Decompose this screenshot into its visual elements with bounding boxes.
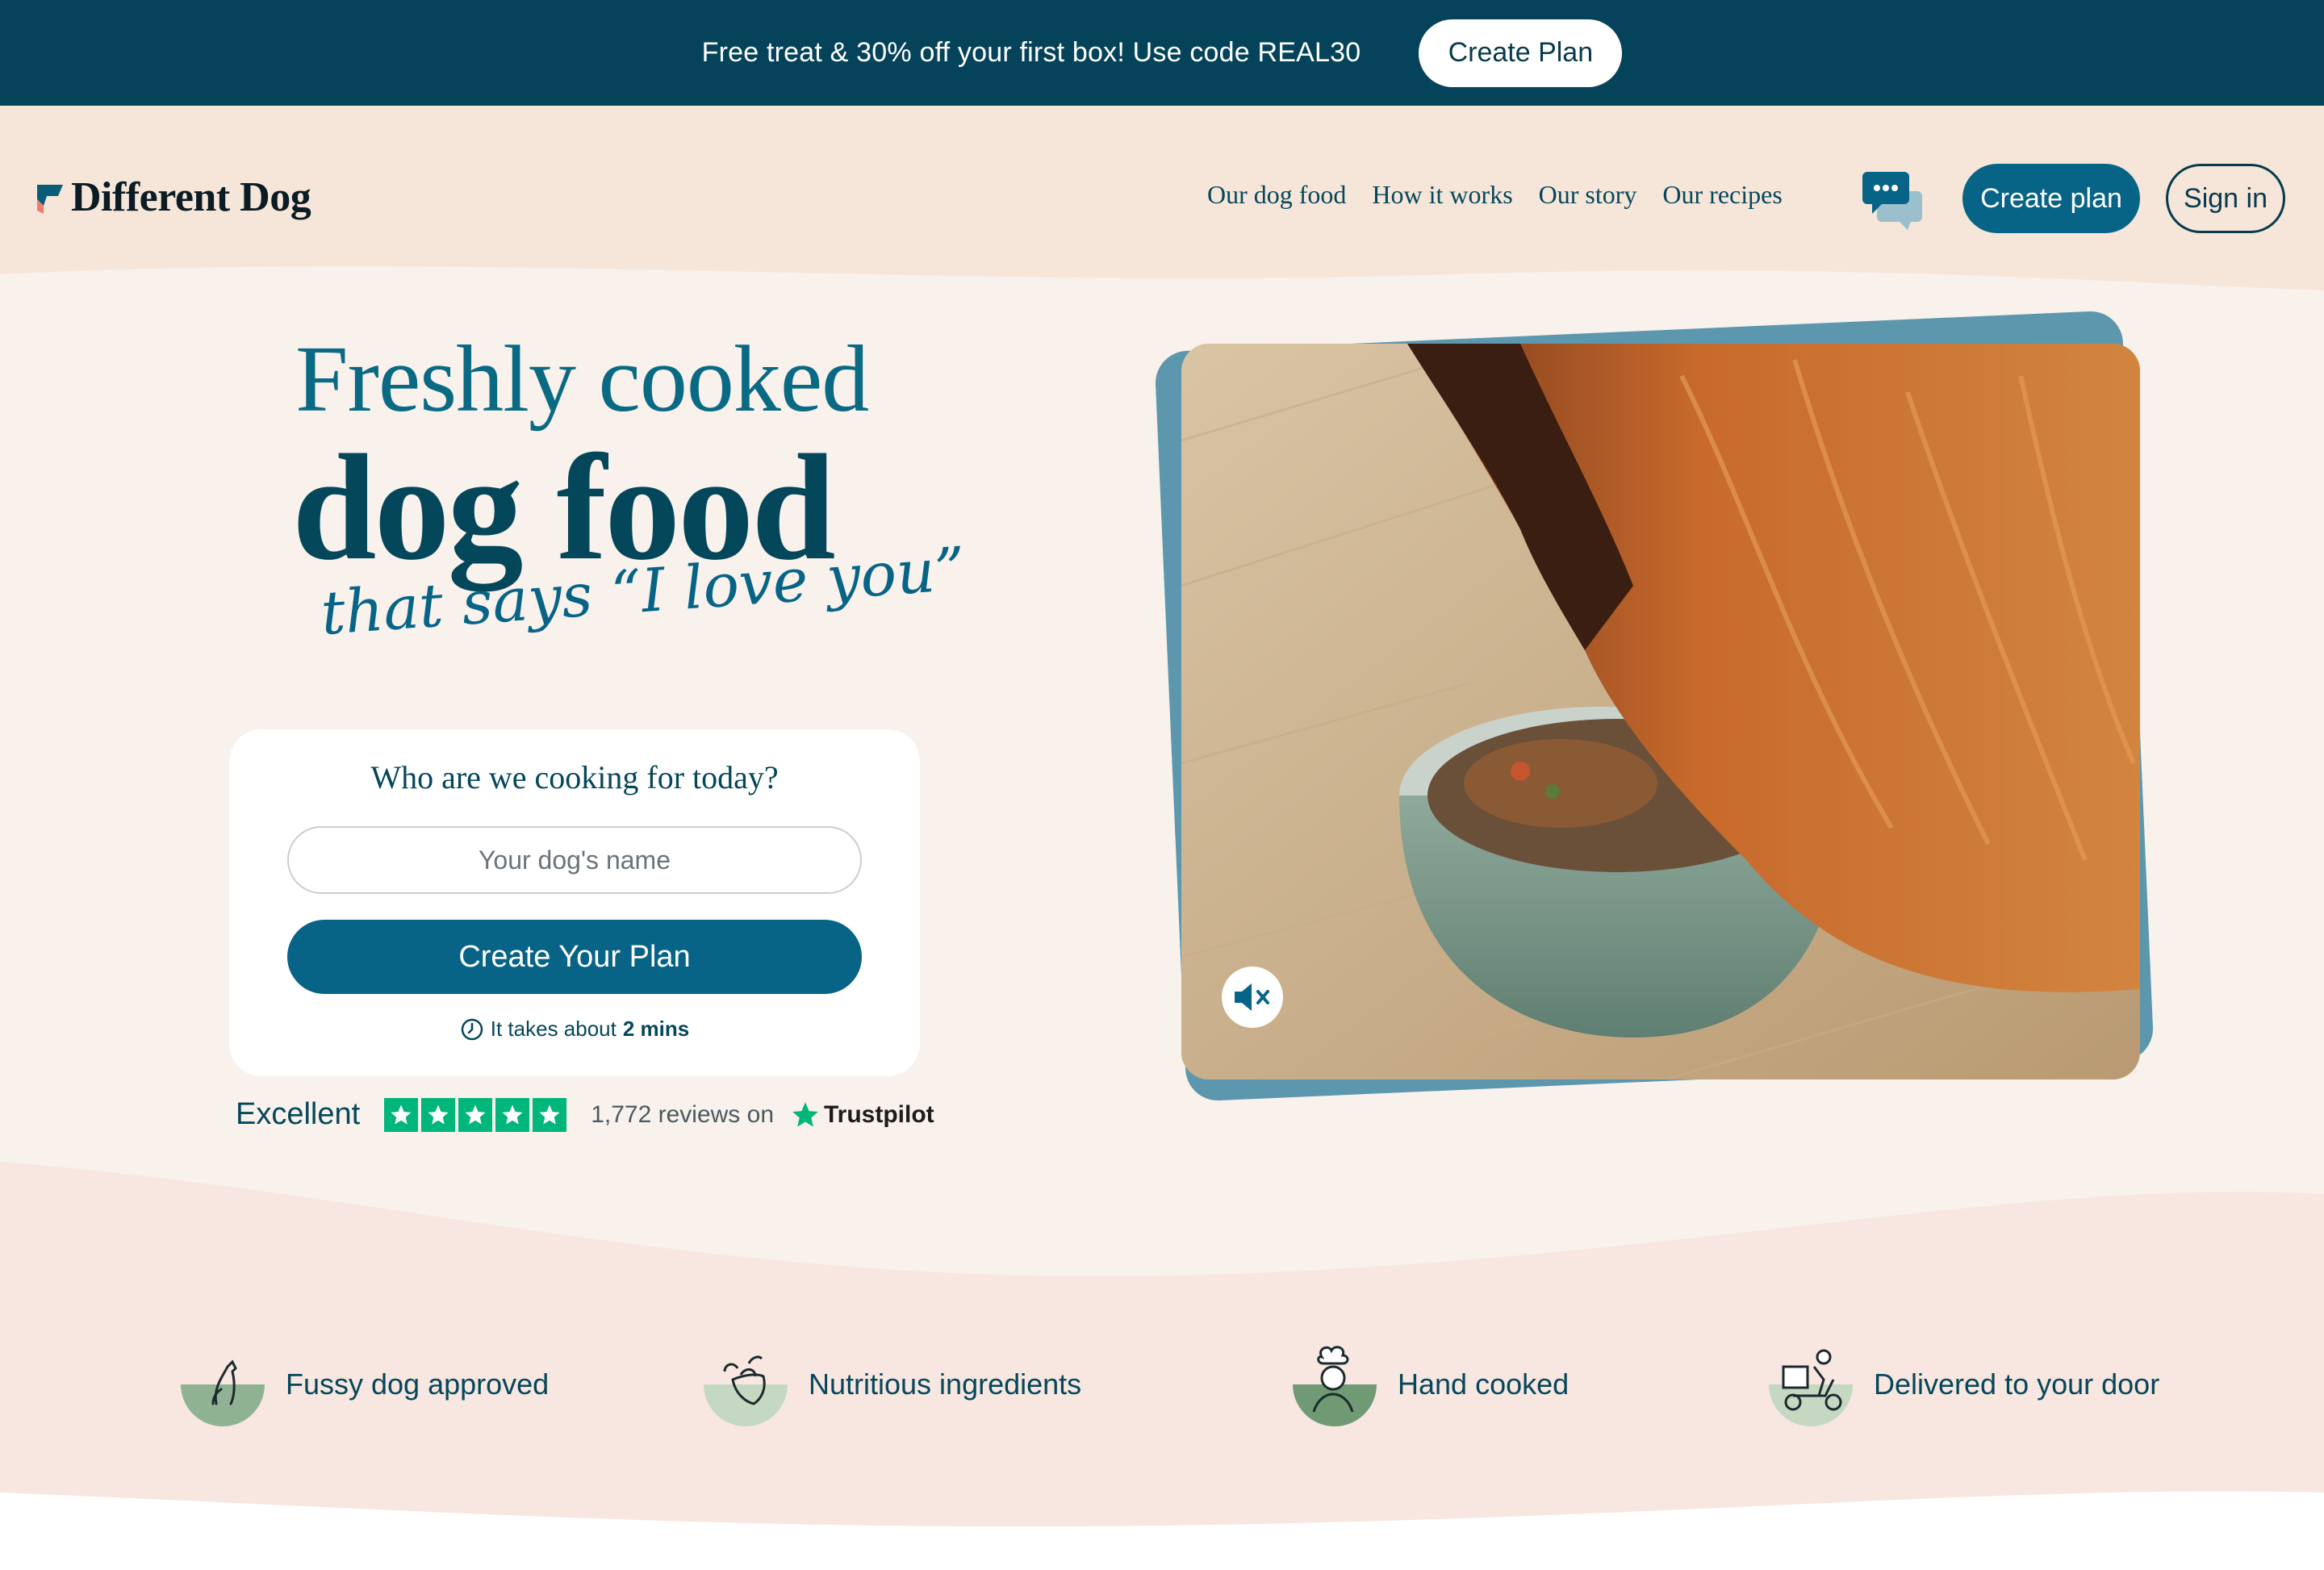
promo-create-plan-button[interactable]: Create Plan xyxy=(1419,19,1623,87)
vegetables-icon xyxy=(704,1355,788,1426)
sign-in-button[interactable]: Sign in xyxy=(2166,164,2285,233)
card-title: Who are we cooking for today? xyxy=(370,759,779,795)
trustpilot-text: Trustpilot xyxy=(824,1100,934,1128)
time-note-prefix: It takes about xyxy=(490,1017,617,1041)
star-rating xyxy=(384,1097,567,1132)
trustpilot-rating[interactable]: Excellent 1,772 reviews on Trustpilot xyxy=(236,1097,934,1132)
nav-our-story[interactable]: Our story xyxy=(1539,180,1637,210)
nav-our-dog-food[interactable]: Our dog food xyxy=(1207,180,1346,210)
main-nav: Our dog food How it works Our story Our … xyxy=(1207,180,1783,210)
time-note-duration: 2 mins xyxy=(622,1017,690,1041)
review-count: 1,772 reviews on xyxy=(591,1100,775,1128)
feature-label: Hand cooked xyxy=(1398,1367,1570,1401)
speaker-muted-icon xyxy=(1235,983,1269,1011)
feature-list: Fussy dog approved Nutritious ingredient… xyxy=(0,1339,2324,1436)
trustpilot-logo: Trustpilot xyxy=(790,1100,934,1130)
dog-sitting-icon xyxy=(181,1359,265,1426)
header-wave xyxy=(0,266,2324,307)
feature-hand-cooked: Hand cooked xyxy=(1289,1339,1569,1430)
dog-eating-video[interactable] xyxy=(1181,344,2140,1079)
dog-eating-image xyxy=(1181,344,2140,1079)
time-note: It takes about 2 mins xyxy=(229,1017,920,1042)
star-icon xyxy=(533,1097,567,1132)
star-icon xyxy=(458,1097,493,1132)
mute-toggle[interactable] xyxy=(1222,967,1283,1028)
delivery-scooter-icon xyxy=(1769,1349,1853,1426)
plan-start-card: Who are we cooking for today? Create You… xyxy=(229,729,920,1076)
dog-name-input[interactable] xyxy=(287,826,862,894)
promo-bar: Free treat & 30% off your first box! Use… xyxy=(0,0,2324,106)
feature-nutritious: Nutritious ingredients xyxy=(700,1339,1081,1430)
nav-how-it-works[interactable]: How it works xyxy=(1372,180,1512,210)
clock-icon xyxy=(461,1018,483,1040)
logo-text: Different Dog xyxy=(71,174,311,220)
create-your-plan-button[interactable]: Create Your Plan xyxy=(287,920,862,994)
feature-label: Delivered to your door xyxy=(1874,1367,2160,1401)
rating-label: Excellent xyxy=(236,1097,361,1131)
star-icon xyxy=(421,1097,456,1132)
feature-delivered: Delivered to your door xyxy=(1766,1339,2159,1430)
logo-mark-icon xyxy=(37,184,63,214)
create-plan-button[interactable]: Create plan xyxy=(1962,164,2140,233)
feature-fussy-dog: Fussy dog approved xyxy=(178,1339,549,1430)
nav-our-recipes[interactable]: Our recipes xyxy=(1662,180,1782,210)
hero-video xyxy=(1154,310,2163,1105)
logo[interactable]: Different Dog xyxy=(36,173,311,221)
star-icon xyxy=(495,1097,530,1132)
hero-heading-line1: Freshly cooked xyxy=(295,326,869,432)
star-icon xyxy=(384,1097,419,1132)
feature-label: Nutritious ingredients xyxy=(809,1367,1082,1401)
trustpilot-star-icon xyxy=(792,1101,818,1127)
chat-bubbles-icon[interactable] xyxy=(1861,167,1925,232)
feature-label: Fussy dog approved xyxy=(286,1367,550,1401)
promo-text: Free treat & 30% off your first box! Use… xyxy=(701,37,1361,68)
chef-icon xyxy=(1293,1346,1377,1426)
